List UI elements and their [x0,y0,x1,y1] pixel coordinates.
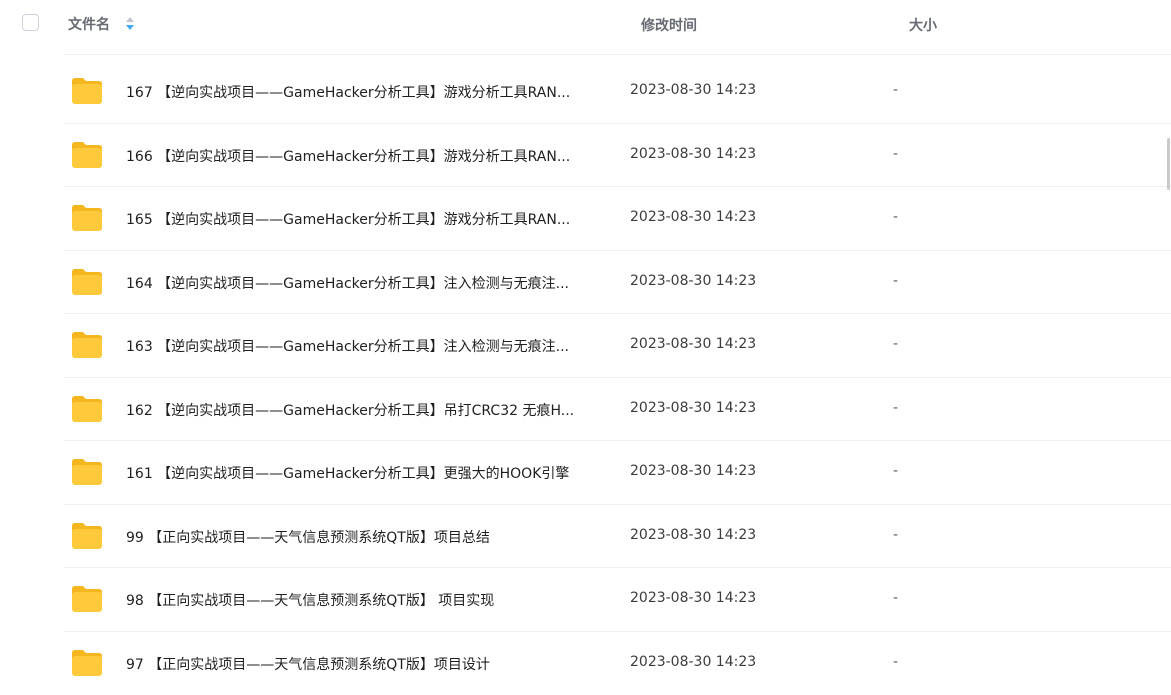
modified-time: 2023-08-30 14:23 [630,590,756,606]
file-name[interactable]: 161 【逆向实战项目——GameHacker分析工具】更强大的HOOK引擎 [126,463,569,483]
file-size: - [893,590,898,606]
modified-time: 2023-08-30 14:23 [630,400,756,416]
file-name[interactable]: 162 【逆向实战项目——GameHacker分析工具】吊打CRC32 无痕H.… [126,400,574,420]
modified-time: 2023-08-30 14:23 [630,463,756,479]
header-divider [64,54,1171,55]
file-name[interactable]: 98 【正向实战项目——天气信息预测系统QT版】 项目实现 [126,590,494,610]
file-row[interactable]: 166 【逆向实战项目——GameHacker分析工具】游戏分析工具RAN...… [0,124,1171,188]
folder-icon [71,458,103,486]
file-size: - [893,654,898,670]
file-size: - [893,82,898,98]
file-name[interactable]: 99 【正向实战项目——天气信息预测系统QT版】项目总结 [126,527,490,547]
folder-icon [71,585,103,613]
folder-icon [71,77,103,105]
file-name[interactable]: 164 【逆向实战项目——GameHacker分析工具】注入检测与无痕注... [126,273,569,293]
file-name[interactable]: 166 【逆向实战项目——GameHacker分析工具】游戏分析工具RAN... [126,146,570,166]
file-size: - [893,527,898,543]
file-row[interactable]: 161 【逆向实战项目——GameHacker分析工具】更强大的HOOK引擎 2… [0,441,1171,505]
file-size: - [893,336,898,352]
folder-icon [71,395,103,423]
folder-icon [71,331,103,359]
scrollbar-thumb[interactable] [1167,138,1170,190]
modified-time: 2023-08-30 14:23 [630,82,756,98]
column-header-modified-time[interactable]: 修改时间 [641,15,697,35]
modified-time: 2023-08-30 14:23 [630,527,756,543]
folder-icon [71,268,103,296]
file-size: - [893,463,898,479]
column-header-name[interactable]: 文件名 [68,14,110,34]
folder-icon [71,204,103,232]
file-row[interactable]: 167 【逆向实战项目——GameHacker分析工具】游戏分析工具RAN...… [0,60,1171,124]
file-row[interactable]: 162 【逆向实战项目——GameHacker分析工具】吊打CRC32 无痕H.… [0,378,1171,442]
modified-time: 2023-08-30 14:23 [630,146,756,162]
file-size: - [893,273,898,289]
folder-icon [71,141,103,169]
file-name[interactable]: 97 【正向实战项目——天气信息预测系统QT版】项目设计 [126,654,490,674]
file-row[interactable]: 164 【逆向实战项目——GameHacker分析工具】注入检测与无痕注... … [0,251,1171,315]
folder-icon [71,522,103,550]
file-name[interactable]: 165 【逆向实战项目——GameHacker分析工具】游戏分析工具RAN... [126,209,570,229]
file-row[interactable]: 98 【正向实战项目——天气信息预测系统QT版】 项目实现 2023-08-30… [0,568,1171,632]
file-name[interactable]: 167 【逆向实战项目——GameHacker分析工具】游戏分析工具RAN... [126,82,570,102]
select-all-checkbox[interactable] [22,14,39,31]
file-row[interactable]: 165 【逆向实战项目——GameHacker分析工具】游戏分析工具RAN...… [0,187,1171,251]
file-row[interactable]: 163 【逆向实战项目——GameHacker分析工具】注入检测与无痕注... … [0,314,1171,378]
modified-time: 2023-08-30 14:23 [630,336,756,352]
file-row[interactable]: 97 【正向实战项目——天气信息预测系统QT版】项目设计 2023-08-30 … [0,632,1171,695]
file-size: - [893,400,898,416]
folder-icon [71,649,103,677]
file-size: - [893,209,898,225]
file-row[interactable]: 99 【正向实战项目——天气信息预测系统QT版】项目总结 2023-08-30 … [0,505,1171,569]
sort-icon[interactable] [125,15,135,31]
file-size: - [893,146,898,162]
modified-time: 2023-08-30 14:23 [630,209,756,225]
column-header-size[interactable]: 大小 [909,15,937,35]
file-list-header: 文件名 修改时间 大小 [0,0,1171,48]
modified-time: 2023-08-30 14:23 [630,654,756,670]
modified-time: 2023-08-30 14:23 [630,273,756,289]
file-name[interactable]: 163 【逆向实战项目——GameHacker分析工具】注入检测与无痕注... [126,336,569,356]
